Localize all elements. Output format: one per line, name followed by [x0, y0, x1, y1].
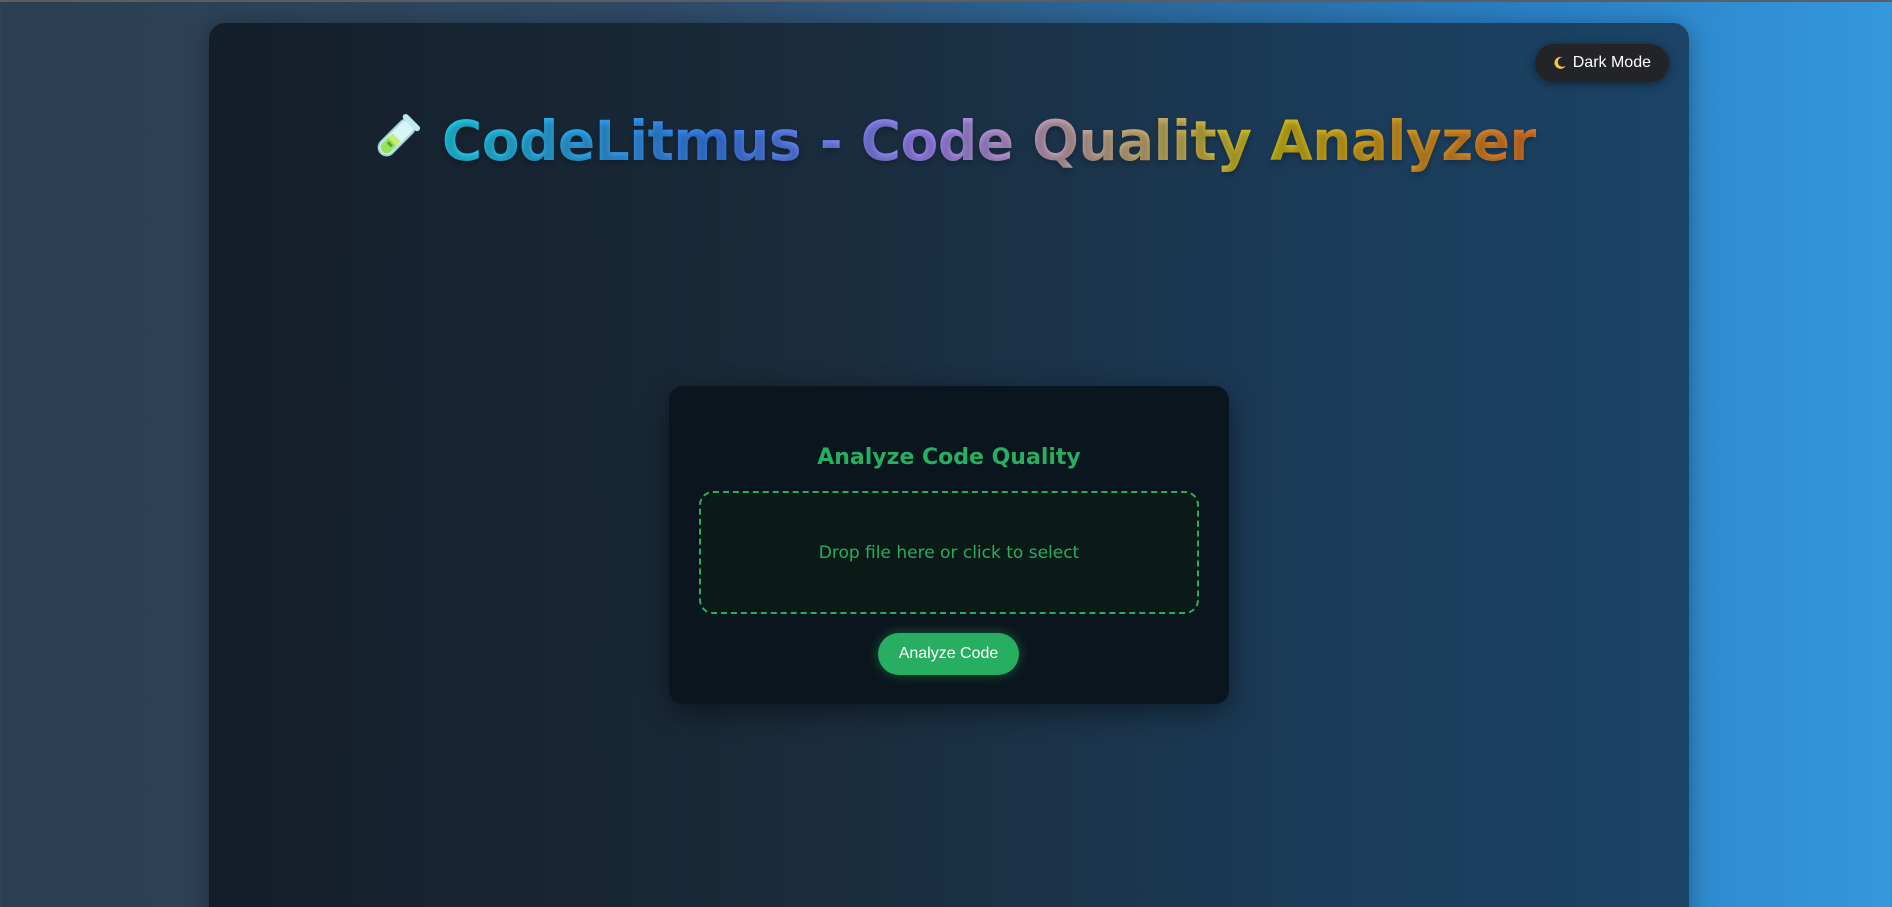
crescent-moon-icon	[1553, 56, 1567, 70]
analyzer-card: Analyze Code Quality Drop file here or c…	[669, 386, 1229, 704]
window-top-strip	[0, 0, 1892, 2]
drop-zone-text: Drop file here or click to select	[818, 542, 1080, 563]
dark-mode-toggle-label: Dark Mode	[1572, 54, 1651, 71]
card-title: Analyze Code Quality	[817, 445, 1081, 470]
test-tube-icon	[362, 110, 424, 172]
main-panel: Dark Mode CodeLitmus - Code Quality Anal…	[209, 23, 1689, 907]
analyze-code-button[interactable]: Analyze Code	[878, 633, 1019, 675]
file-drop-zone[interactable]: Drop file here or click to select	[699, 491, 1199, 614]
page-header: CodeLitmus - Code Quality Analyzer	[209, 109, 1689, 173]
dark-mode-toggle[interactable]: Dark Mode	[1534, 44, 1669, 82]
page-title: CodeLitmus - Code Quality Analyzer	[441, 109, 1537, 173]
